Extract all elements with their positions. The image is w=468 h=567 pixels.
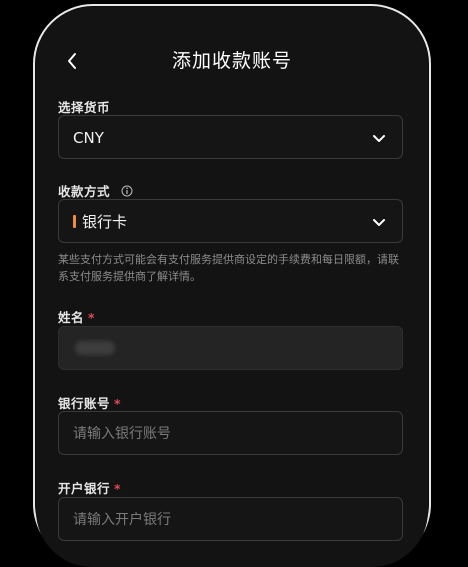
opening-bank-input[interactable]: 请输入开户银行 — [58, 497, 403, 541]
fee-notice: 某些支付方式可能会有支付服务提供商设定的手续费和每日限额，请联系支付服务提供商了… — [58, 253, 399, 283]
nav-bar: 添加收款账号 — [36, 41, 428, 81]
page-title: 添加收款账号 — [171, 50, 292, 72]
currency-select[interactable]: CNY — [58, 115, 403, 159]
opening-bank-placeholder: 请输入开户银行 — [73, 512, 171, 528]
name-field[interactable] — [58, 326, 403, 370]
required-asterisk: * — [88, 310, 96, 325]
account-label-row: 银行账号 * — [58, 393, 121, 412]
info-icon[interactable] — [121, 185, 133, 197]
payment-method-label-row: 收款方式 — [58, 181, 133, 200]
currency-label: 选择货币 — [58, 100, 111, 115]
blurred-name-value — [75, 341, 115, 355]
bank-card-icon — [73, 215, 76, 228]
payment-method-value-row: 银行卡 — [73, 200, 127, 244]
required-asterisk: * — [114, 396, 122, 411]
bank-account-input[interactable]: 请输入银行账号 — [58, 411, 403, 455]
account-label: 银行账号 — [58, 396, 111, 411]
chevron-down-icon — [373, 219, 385, 226]
screen: 添加收款账号 选择货币 CNY 收款方式 银行卡 某些支付方式可能会有支付服务提… — [36, 7, 428, 567]
name-label-row: 姓名 * — [58, 307, 95, 326]
currency-value: CNY — [73, 129, 104, 147]
required-asterisk: * — [114, 481, 122, 496]
bank-account-placeholder: 请输入银行账号 — [73, 426, 171, 442]
payment-method-select[interactable]: 银行卡 — [58, 199, 403, 243]
bank-label: 开户银行 — [58, 481, 111, 496]
payment-method-value: 银行卡 — [82, 213, 128, 231]
chevron-down-icon — [373, 135, 385, 142]
payment-method-label: 收款方式 — [58, 184, 111, 199]
name-label: 姓名 — [58, 310, 85, 325]
bank-label-row: 开户银行 * — [58, 478, 121, 497]
